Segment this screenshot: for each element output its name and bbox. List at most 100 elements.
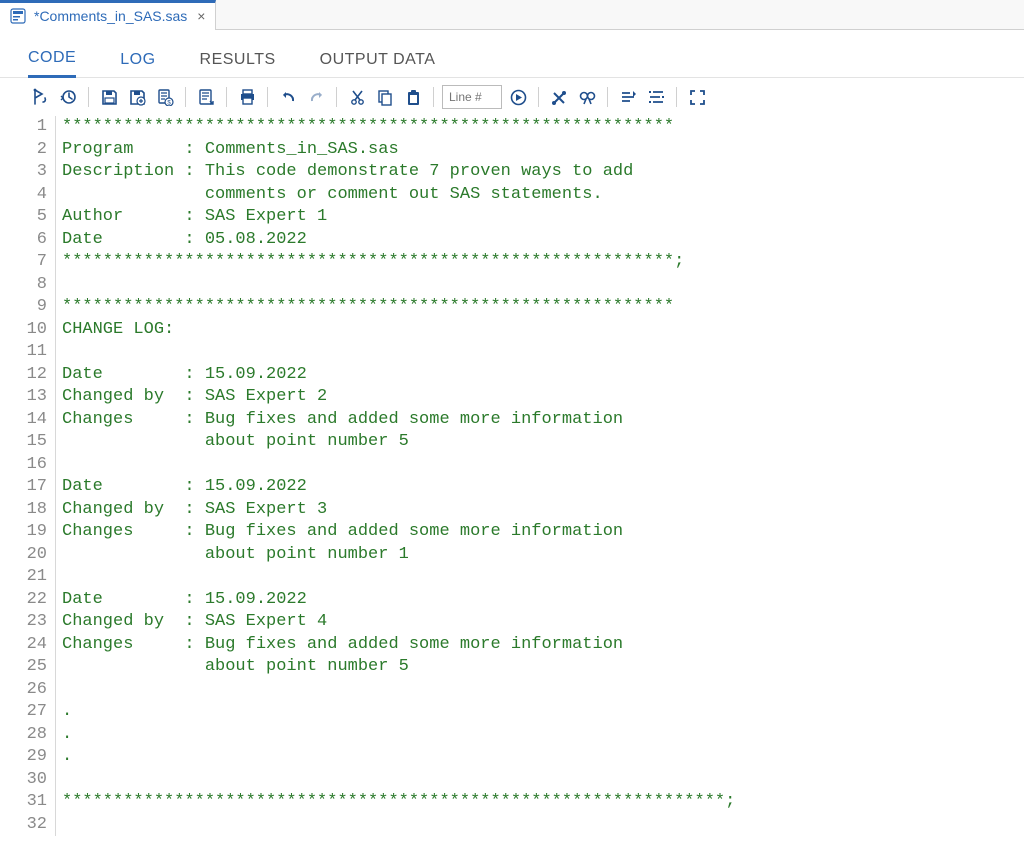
redo-icon[interactable] bbox=[304, 85, 328, 109]
code-line: Program : Comments_in_SAS.sas bbox=[62, 139, 735, 162]
clear-code-icon[interactable] bbox=[547, 85, 571, 109]
line-number: 26 bbox=[18, 679, 47, 702]
code-line bbox=[62, 769, 735, 792]
tab-code[interactable]: CODE bbox=[28, 49, 76, 78]
line-number-gutter: 1234567891011121314151617181920212223242… bbox=[18, 116, 56, 836]
copy-icon[interactable] bbox=[373, 85, 397, 109]
line-number: 11 bbox=[18, 341, 47, 364]
toolbar-separator bbox=[538, 87, 539, 107]
toolbar-separator bbox=[607, 87, 608, 107]
line-number: 9 bbox=[18, 296, 47, 319]
line-number: 13 bbox=[18, 386, 47, 409]
line-number: 16 bbox=[18, 454, 47, 477]
toolbar-separator bbox=[336, 87, 337, 107]
code-line: Changes : Bug fixes and added some more … bbox=[62, 634, 735, 657]
run-icon[interactable] bbox=[28, 85, 52, 109]
code-line: Changes : Bug fixes and added some more … bbox=[62, 521, 735, 544]
toolbar-separator bbox=[676, 87, 677, 107]
goto-line-button[interactable] bbox=[506, 85, 530, 109]
line-number: 32 bbox=[18, 814, 47, 837]
line-number: 1 bbox=[18, 116, 47, 139]
code-line: about point number 5 bbox=[62, 656, 735, 679]
save-icon[interactable] bbox=[97, 85, 121, 109]
line-number: 15 bbox=[18, 431, 47, 454]
code-line: about point number 5 bbox=[62, 431, 735, 454]
print-icon[interactable] bbox=[235, 85, 259, 109]
line-number: 6 bbox=[18, 229, 47, 252]
tab-output-data[interactable]: OUTPUT DATA bbox=[320, 51, 436, 77]
view-tabs: CODE LOG RESULTS OUTPUT DATA bbox=[0, 38, 1024, 78]
program-summary-icon[interactable] bbox=[194, 85, 218, 109]
find-icon[interactable] bbox=[575, 85, 599, 109]
line-number: 28 bbox=[18, 724, 47, 747]
toolbar-separator bbox=[433, 87, 434, 107]
line-number: 23 bbox=[18, 611, 47, 634]
save-snippet-icon[interactable]: $ bbox=[153, 85, 177, 109]
code-line: ****************************************… bbox=[62, 791, 735, 814]
line-number: 5 bbox=[18, 206, 47, 229]
sas-file-icon bbox=[10, 8, 26, 24]
line-number: 18 bbox=[18, 499, 47, 522]
code-line: . bbox=[62, 701, 735, 724]
line-number: 30 bbox=[18, 769, 47, 792]
line-number: 21 bbox=[18, 566, 47, 589]
cut-icon[interactable] bbox=[345, 85, 369, 109]
toolbar: $ bbox=[0, 78, 1024, 116]
undo-icon[interactable] bbox=[276, 85, 300, 109]
line-number: 20 bbox=[18, 544, 47, 567]
toggle-comment-icon[interactable] bbox=[644, 85, 668, 109]
toolbar-separator bbox=[88, 87, 89, 107]
tab-log[interactable]: LOG bbox=[120, 51, 155, 77]
toolbar-separator bbox=[185, 87, 186, 107]
line-number: 2 bbox=[18, 139, 47, 162]
history-icon[interactable] bbox=[56, 85, 80, 109]
file-tab[interactable]: *Comments_in_SAS.sas × bbox=[0, 0, 216, 30]
line-number: 24 bbox=[18, 634, 47, 657]
code-line: Description : This code demonstrate 7 pr… bbox=[62, 161, 735, 184]
toolbar-separator bbox=[267, 87, 268, 107]
line-number: 29 bbox=[18, 746, 47, 769]
code-content[interactable]: ****************************************… bbox=[56, 116, 735, 836]
code-line bbox=[62, 341, 735, 364]
code-line: CHANGE LOG: bbox=[62, 319, 735, 342]
code-line: . bbox=[62, 746, 735, 769]
code-line bbox=[62, 814, 735, 837]
code-line: about point number 1 bbox=[62, 544, 735, 567]
code-line: . bbox=[62, 724, 735, 747]
tab-results[interactable]: RESULTS bbox=[200, 51, 276, 77]
code-line: ****************************************… bbox=[62, 296, 735, 319]
code-line bbox=[62, 274, 735, 297]
code-line: Date : 15.09.2022 bbox=[62, 476, 735, 499]
line-number: 19 bbox=[18, 521, 47, 544]
format-code-icon[interactable] bbox=[616, 85, 640, 109]
code-line bbox=[62, 679, 735, 702]
code-line: Changed by : SAS Expert 2 bbox=[62, 386, 735, 409]
close-tab-button[interactable]: × bbox=[195, 8, 207, 24]
code-line: Changed by : SAS Expert 4 bbox=[62, 611, 735, 634]
code-line bbox=[62, 454, 735, 477]
line-number: 22 bbox=[18, 589, 47, 612]
goto-line-input[interactable] bbox=[442, 85, 502, 109]
paste-icon[interactable] bbox=[401, 85, 425, 109]
code-line: Date : 15.09.2022 bbox=[62, 364, 735, 387]
line-number: 7 bbox=[18, 251, 47, 274]
code-line bbox=[62, 566, 735, 589]
line-number: 10 bbox=[18, 319, 47, 342]
maximize-icon[interactable] bbox=[685, 85, 709, 109]
code-line: Date : 05.08.2022 bbox=[62, 229, 735, 252]
line-number: 31 bbox=[18, 791, 47, 814]
code-line: Author : SAS Expert 1 bbox=[62, 206, 735, 229]
line-number: 4 bbox=[18, 184, 47, 207]
code-editor[interactable]: 1234567891011121314151617181920212223242… bbox=[0, 116, 1024, 836]
toolbar-separator bbox=[226, 87, 227, 107]
file-tab-label: *Comments_in_SAS.sas bbox=[34, 8, 187, 24]
line-number: 25 bbox=[18, 656, 47, 679]
line-number: 17 bbox=[18, 476, 47, 499]
line-number: 12 bbox=[18, 364, 47, 387]
code-line: ****************************************… bbox=[62, 251, 735, 274]
line-number: 27 bbox=[18, 701, 47, 724]
save-as-icon[interactable] bbox=[125, 85, 149, 109]
code-line: comments or comment out SAS statements. bbox=[62, 184, 735, 207]
code-line: Changes : Bug fixes and added some more … bbox=[62, 409, 735, 432]
line-number: 3 bbox=[18, 161, 47, 184]
